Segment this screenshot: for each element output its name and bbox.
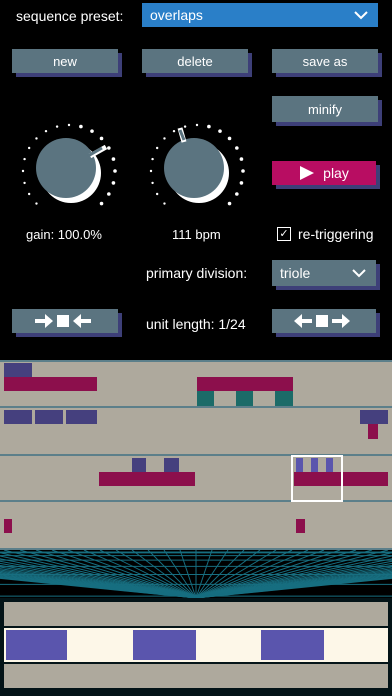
- selection-box[interactable]: [291, 455, 343, 502]
- knob-tick: [227, 136, 232, 141]
- note-block[interactable]: [360, 410, 388, 424]
- knob-tick: [235, 192, 239, 196]
- preset-dropdown[interactable]: overlaps: [142, 3, 378, 27]
- knob-tick: [35, 137, 38, 140]
- knob-tick: [111, 157, 116, 161]
- play-icon: [300, 166, 315, 180]
- knob-tick: [35, 202, 38, 205]
- tempo-knob[interactable]: [142, 116, 252, 226]
- knob-tick: [195, 123, 199, 127]
- knob-tick: [90, 129, 94, 133]
- preset-label: sequence preset:: [16, 8, 124, 24]
- new-button[interactable]: new: [12, 49, 118, 73]
- gain-knob[interactable]: [14, 116, 124, 226]
- note-block[interactable]: [4, 519, 12, 533]
- note-block[interactable]: [197, 377, 293, 391]
- note-block[interactable]: [66, 410, 97, 424]
- shrink-unit-button[interactable]: [12, 309, 118, 333]
- note-block[interactable]: [164, 458, 179, 472]
- retrigger-checkbox[interactable]: ✓: [277, 227, 291, 241]
- note-block[interactable]: [296, 519, 305, 533]
- tempo-label: 111 bpm: [172, 227, 221, 242]
- overview-block: [133, 630, 196, 660]
- chevron-down-icon: [354, 10, 368, 19]
- knob-tick: [151, 157, 154, 161]
- note-block[interactable]: [368, 424, 378, 439]
- knob-tick: [67, 123, 71, 127]
- knob-tick: [155, 192, 159, 196]
- knob-tick: [111, 181, 116, 185]
- arrows-inward-square-icon: [35, 314, 91, 328]
- note-block[interactable]: [197, 391, 214, 406]
- retrigger-label: re-triggering: [298, 226, 374, 242]
- knob-tick: [155, 146, 159, 150]
- knob-tick: [107, 146, 111, 150]
- unit-length-label: unit length: 1/24: [146, 316, 246, 332]
- sequencer-grid[interactable]: [0, 360, 392, 550]
- knob-tick: [172, 129, 176, 133]
- knob-tick: [183, 125, 187, 128]
- play-label: play: [323, 165, 349, 181]
- knob-tick: [99, 136, 104, 141]
- overview-block: [261, 630, 324, 660]
- note-block[interactable]: [275, 391, 293, 406]
- chevron-down-icon: [352, 268, 366, 277]
- knob-tick: [27, 146, 31, 150]
- note-block[interactable]: [4, 363, 32, 377]
- knob-tick: [163, 137, 166, 140]
- knob-tick: [27, 192, 31, 196]
- arrows-outward-square-icon: [294, 314, 350, 328]
- play-button[interactable]: play: [272, 161, 376, 185]
- division-value: triole: [280, 265, 311, 281]
- note-block[interactable]: [4, 410, 32, 424]
- knob-tick: [21, 169, 25, 173]
- knob-tick: [207, 124, 211, 129]
- division-dropdown[interactable]: triole: [272, 260, 376, 286]
- note-block[interactable]: [236, 391, 253, 406]
- note-block[interactable]: [35, 410, 63, 424]
- knob-tick: [79, 124, 83, 129]
- overview-block: [6, 630, 67, 660]
- knob-tick: [239, 181, 244, 185]
- knob-tick: [241, 169, 245, 173]
- division-label: primary division:: [146, 265, 248, 281]
- delete-button[interactable]: delete: [142, 49, 248, 73]
- overview-row: [4, 602, 388, 626]
- grid-line: [0, 360, 392, 362]
- save-as-button[interactable]: save as: [272, 49, 378, 73]
- knob-tick: [44, 129, 48, 133]
- knob-tick: [239, 157, 244, 161]
- knob-tick: [55, 125, 59, 128]
- note-block[interactable]: [132, 458, 146, 472]
- knob-tick: [149, 169, 153, 173]
- knob-tick: [23, 157, 26, 161]
- knob-tick: [113, 169, 117, 173]
- knob-tick: [99, 201, 104, 206]
- minify-button[interactable]: minify: [272, 96, 378, 122]
- knob-tick: [235, 146, 239, 150]
- expand-unit-button[interactable]: [272, 309, 376, 333]
- note-block[interactable]: [99, 472, 195, 486]
- knob-tick: [151, 181, 154, 185]
- knob-tick: [227, 201, 232, 206]
- preset-value: overlaps: [150, 7, 203, 23]
- gain-label: gain: 100.0%: [26, 227, 102, 242]
- knob-tick: [23, 181, 26, 185]
- overview-row: [4, 664, 388, 688]
- note-block[interactable]: [4, 377, 97, 391]
- perspective-grid: [0, 550, 392, 598]
- knob-tick: [163, 202, 166, 205]
- knob-tick: [107, 192, 111, 196]
- knob-tick: [218, 129, 222, 133]
- overview-panel[interactable]: [0, 598, 392, 696]
- grid-line: [0, 406, 392, 408]
